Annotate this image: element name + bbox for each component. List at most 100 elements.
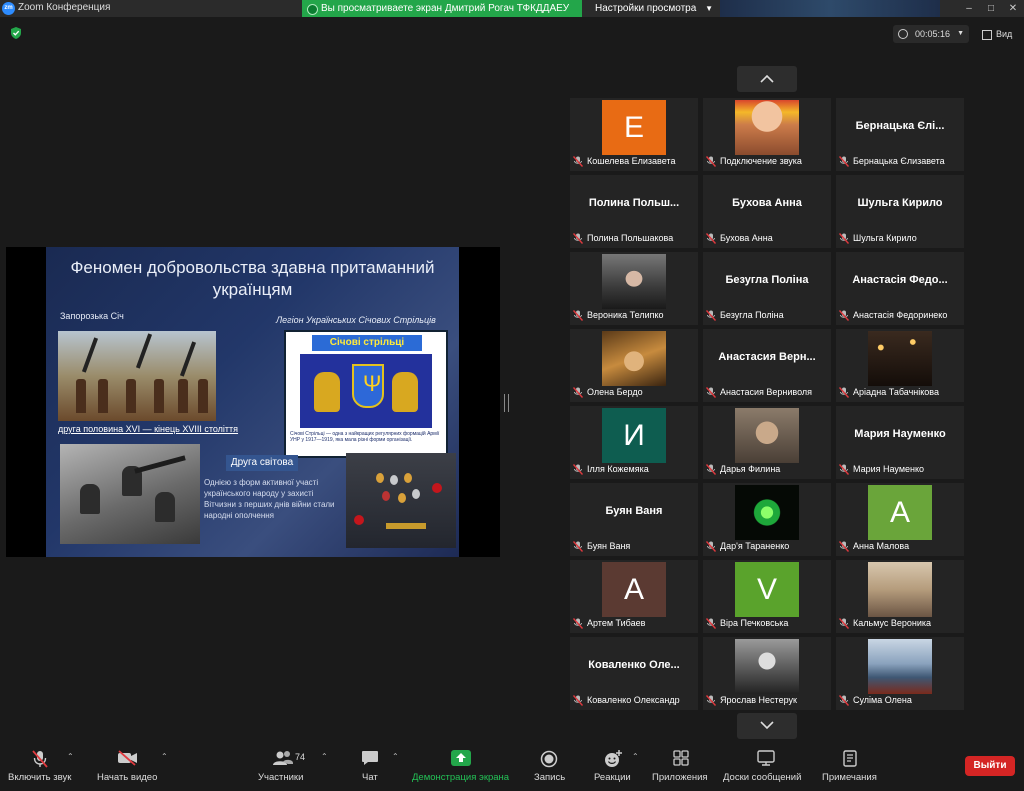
participant-name: Віра Печковська	[720, 618, 789, 628]
participant-tile[interactable]: A Анна Малова	[836, 483, 964, 556]
participant-tile[interactable]: Бухова Анна Бухова Анна	[703, 175, 831, 248]
participant-tile[interactable]: Ярослав Нестерук	[703, 637, 831, 710]
chevron-down-icon: ▼	[957, 30, 964, 37]
chat-button[interactable]: ⌃ Чат	[350, 740, 400, 791]
reactions-button[interactable]: ⌃ Реакции	[590, 740, 642, 791]
grid-icon	[982, 30, 992, 40]
participant-tile[interactable]: И Ілля Кожемяка	[570, 406, 698, 479]
muted-microphone-icon	[706, 233, 716, 244]
chevron-down-icon	[760, 721, 774, 730]
participant-tile[interactable]: Анастасия Верн... Анастасия Верниволя	[703, 329, 831, 402]
maximize-button[interactable]: □	[980, 0, 1002, 17]
shared-screen[interactable]: Феномен добровольства здавна притаманний…	[6, 247, 500, 557]
participant-tile[interactable]: Дарья Филина	[703, 406, 831, 479]
view-options-dropdown[interactable]: Настройки просмотра ▼	[583, 0, 719, 17]
participant-tile[interactable]: Кальмус Вероника	[836, 560, 964, 633]
chevron-up-icon[interactable]: ⌃	[392, 752, 399, 761]
participant-tile[interactable]: Бернацька Єлі... Бернацька Єлизавета	[836, 98, 964, 171]
participant-tile[interactable]: Суліма Олена	[836, 637, 964, 710]
participant-tile[interactable]: Анастасія Федо... Анастасія Федоринеко	[836, 252, 964, 325]
participant-video	[868, 331, 932, 386]
security-shield-icon[interactable]	[10, 27, 22, 39]
presentation-slide: Феномен добровольства здавна притаманний…	[46, 247, 459, 557]
participant-tile[interactable]: Подключение звука	[703, 98, 831, 171]
gallery-previous-page-button[interactable]	[737, 66, 797, 92]
participant-tile[interactable]: Шульга Кирило Шульга Кирило	[836, 175, 964, 248]
share-screen-icon	[451, 750, 471, 766]
participant-tile[interactable]: Вероника Телипко	[570, 252, 698, 325]
avatar-letter: E	[623, 111, 644, 144]
share-screen-label: Демонстрация экрана	[412, 772, 510, 783]
chevron-up-icon[interactable]: ⌃	[321, 752, 328, 761]
muted-microphone-icon	[839, 310, 849, 321]
participant-tile[interactable]: Аріадна Табачнікова	[836, 329, 964, 402]
participant-name: Суліма Олена	[853, 695, 912, 705]
video-off-icon	[118, 750, 137, 766]
whiteboards-button[interactable]: Доски сообщений	[720, 740, 810, 791]
muted-microphone-icon	[839, 464, 849, 475]
participant-video	[735, 485, 799, 540]
participant-tile[interactable]: Полина Польш... Полина Польшакова	[570, 175, 698, 248]
muted-microphone-icon	[706, 464, 716, 475]
participant-name: Кальмус Вероника	[853, 618, 932, 628]
share-banner-text: Вы просматриваете экран Дмитрий Рогач ТФ…	[321, 3, 570, 14]
muted-microphone-icon	[839, 695, 849, 706]
chevron-up-icon[interactable]: ⌃	[161, 752, 168, 761]
chevron-up-icon[interactable]: ⌃	[632, 752, 639, 761]
chevron-up-icon[interactable]: ⌃	[67, 752, 74, 761]
participant-tile[interactable]: Безугла Поліна Безугла Поліна	[703, 252, 831, 325]
unmute-button[interactable]: ⌃ Включить звук	[0, 740, 90, 791]
minimize-button[interactable]: –	[958, 0, 980, 17]
meeting-timer[interactable]: 00:05:16 ▼	[893, 25, 969, 43]
participant-video	[735, 100, 799, 155]
participant-tile[interactable]: E Кошелева Елизавета	[570, 98, 698, 171]
slide-period-caption: друга половина XVI — кінець XVIII століт…	[58, 424, 239, 434]
participant-tile[interactable]: Олена Бердо	[570, 329, 698, 402]
view-button-label: Вид	[996, 29, 1013, 39]
participant-tile[interactable]: Дар'я Тараненко	[703, 483, 831, 556]
participant-tile[interactable]: Мария Науменко Мария Науменко	[836, 406, 964, 479]
participant-display-name: Бухова Анна	[732, 197, 802, 209]
window-controls: – □ ✕	[958, 0, 1024, 17]
gallery-next-page-button[interactable]	[737, 713, 797, 739]
participant-name: Мария Науменко	[853, 464, 925, 474]
participants-icon	[273, 751, 293, 765]
avatar-letter: И	[623, 419, 645, 452]
participant-name: Кошелева Елизавета	[587, 156, 676, 166]
split-view-handle[interactable]	[504, 394, 509, 412]
muted-microphone-icon	[706, 310, 716, 321]
share-status-icon	[307, 4, 318, 15]
view-button[interactable]: Вид	[978, 25, 1020, 43]
record-button[interactable]: Запись	[525, 740, 575, 791]
notes-button[interactable]: Примечания	[818, 740, 883, 791]
participant-tile[interactable]: Коваленко Оле... Коваленко Олександр	[570, 637, 698, 710]
participants-button[interactable]: 74 ⌃ Участники	[255, 740, 335, 791]
start-video-button[interactable]: ⌃ Начать видео	[95, 740, 175, 791]
meeting-toolbar: ⌃ Включить звук ⌃ Начать видео 74 ⌃ Учас…	[0, 740, 1024, 791]
participant-name: Шульга Кирило	[853, 233, 917, 243]
participant-tile[interactable]: Буян Ваня Буян Ваня	[570, 483, 698, 556]
participant-avatar: E	[602, 100, 666, 155]
clock-icon	[898, 29, 908, 39]
muted-microphone-icon	[839, 541, 849, 552]
zoom-logo-icon: zm	[2, 2, 15, 15]
notes-label: Примечания	[822, 772, 877, 783]
participant-name: Дар'я Тараненко	[720, 541, 790, 551]
view-options-label: Настройки просмотра	[595, 3, 697, 14]
participant-tile[interactable]: V Віра Печковська	[703, 560, 831, 633]
muted-microphone-icon	[839, 233, 849, 244]
muted-microphone-icon	[706, 618, 716, 629]
muted-microphone-icon	[573, 618, 583, 629]
participant-tile[interactable]: A Артем Тибаев	[570, 560, 698, 633]
participant-avatar: A	[868, 485, 932, 540]
start-video-label: Начать видео	[97, 772, 158, 783]
muted-microphone-icon	[706, 541, 716, 552]
share-screen-button[interactable]: Демонстрация экрана	[410, 740, 515, 791]
participant-name: Полина Польшакова	[587, 233, 674, 243]
leave-meeting-button[interactable]: Выйти	[965, 756, 1015, 776]
apps-button[interactable]: Приложения	[650, 740, 715, 791]
share-banner: Вы просматриваете экран Дмитрий Рогач ТФ…	[302, 0, 582, 17]
ww2-photo	[60, 444, 200, 544]
close-button[interactable]: ✕	[1002, 0, 1024, 17]
participant-name: Бухова Анна	[720, 233, 773, 243]
